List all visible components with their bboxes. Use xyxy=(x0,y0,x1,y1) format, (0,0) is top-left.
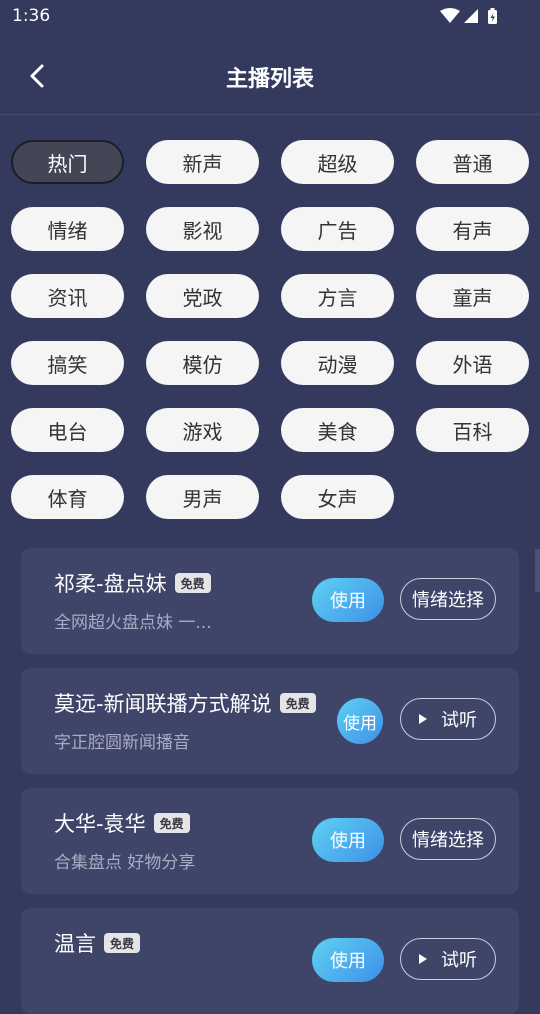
category-chip[interactable]: 有声 xyxy=(416,207,529,251)
use-button[interactable]: 使用 xyxy=(312,938,384,982)
wifi-signal-battery-icon xyxy=(440,8,497,24)
category-chip[interactable]: 方言 xyxy=(281,274,394,318)
action-label: 试听 xyxy=(441,950,477,971)
preview-button[interactable]: 试听 xyxy=(400,938,496,980)
category-chip[interactable]: 普通 xyxy=(416,140,529,184)
category-chip[interactable]: 模仿 xyxy=(146,341,259,385)
anchor-description: 全网超火盘点妹 一... xyxy=(54,613,212,633)
category-chip[interactable]: 搞笑 xyxy=(11,341,124,385)
preview-button[interactable]: 试听 xyxy=(400,698,496,740)
status-time: 1:36 xyxy=(12,6,51,26)
free-badge: 免费 xyxy=(153,813,190,833)
free-badge: 免费 xyxy=(104,933,141,953)
category-chip[interactable]: 美食 xyxy=(281,408,394,452)
category-chip[interactable]: 情绪 xyxy=(11,207,124,251)
anchor-card[interactable]: 莫远-新闻联播方式解说 免费字正腔圆新闻播音 使用 试听 xyxy=(21,668,519,774)
category-chip[interactable]: 电台 xyxy=(11,408,124,452)
category-chip[interactable]: 外语 xyxy=(416,341,529,385)
anchor-title-row: 温言 免费 xyxy=(54,928,141,958)
anchor-name: 温言 xyxy=(54,932,96,956)
category-chip[interactable]: 热门 xyxy=(11,140,124,184)
category-chip[interactable]: 新声 xyxy=(146,140,259,184)
category-chip[interactable]: 资讯 xyxy=(11,274,124,318)
category-chip[interactable]: 童声 xyxy=(416,274,529,318)
app-bar: 主播列表 xyxy=(0,34,540,115)
category-chip[interactable]: 动漫 xyxy=(281,341,394,385)
anchor-title-row: 莫远-新闻联播方式解说 免费 xyxy=(54,688,316,718)
category-chip[interactable]: 超级 xyxy=(281,140,394,184)
emotion-select-button[interactable]: 情绪选择 xyxy=(400,578,496,620)
use-button[interactable]: 使用 xyxy=(312,578,384,622)
status-icons xyxy=(440,7,502,25)
action-label: 情绪选择 xyxy=(412,590,484,611)
category-chip[interactable]: 游戏 xyxy=(146,408,259,452)
category-chip[interactable]: 男声 xyxy=(146,475,259,519)
anchor-description: 字正腔圆新闻播音 xyxy=(54,733,190,753)
free-badge: 免费 xyxy=(279,693,316,713)
anchor-card[interactable]: 温言 免费 使用 试听 xyxy=(21,908,519,1014)
category-chip[interactable]: 体育 xyxy=(11,475,124,519)
action-label: 试听 xyxy=(441,710,477,731)
anchor-description: 合集盘点 好物分享 xyxy=(54,853,196,873)
play-icon xyxy=(419,714,427,724)
anchor-title-row: 大华-袁华 免费 xyxy=(54,808,190,838)
page-title: 主播列表 xyxy=(225,67,314,92)
anchor-name: 大华-袁华 xyxy=(54,812,146,836)
category-chip[interactable]: 女声 xyxy=(281,475,394,519)
use-button[interactable]: 使用 xyxy=(312,818,384,862)
category-chip[interactable]: 百科 xyxy=(416,408,529,452)
category-chip[interactable]: 影视 xyxy=(146,207,259,251)
emotion-select-button[interactable]: 情绪选择 xyxy=(400,818,496,860)
anchor-name: 祁柔-盘点妹 xyxy=(54,572,167,596)
anchor-card[interactable]: 祁柔-盘点妹 免费全网超火盘点妹 一... 使用 情绪选择 xyxy=(21,548,519,654)
anchor-name: 莫远-新闻联播方式解说 xyxy=(54,692,272,716)
anchor-title-row: 祁柔-盘点妹 免费 xyxy=(54,568,211,598)
use-button[interactable]: 使用 xyxy=(337,698,383,744)
action-label: 情绪选择 xyxy=(412,830,484,851)
play-icon xyxy=(419,954,427,964)
category-chip[interactable]: 党政 xyxy=(146,274,259,318)
anchor-card[interactable]: 大华-袁华 免费合集盘点 好物分享 使用 情绪选择 xyxy=(21,788,519,894)
scrollbar[interactable] xyxy=(535,549,540,592)
status-bar: 1:36 xyxy=(0,0,540,34)
category-chip[interactable]: 广告 xyxy=(281,207,394,251)
free-badge: 免费 xyxy=(174,573,211,593)
